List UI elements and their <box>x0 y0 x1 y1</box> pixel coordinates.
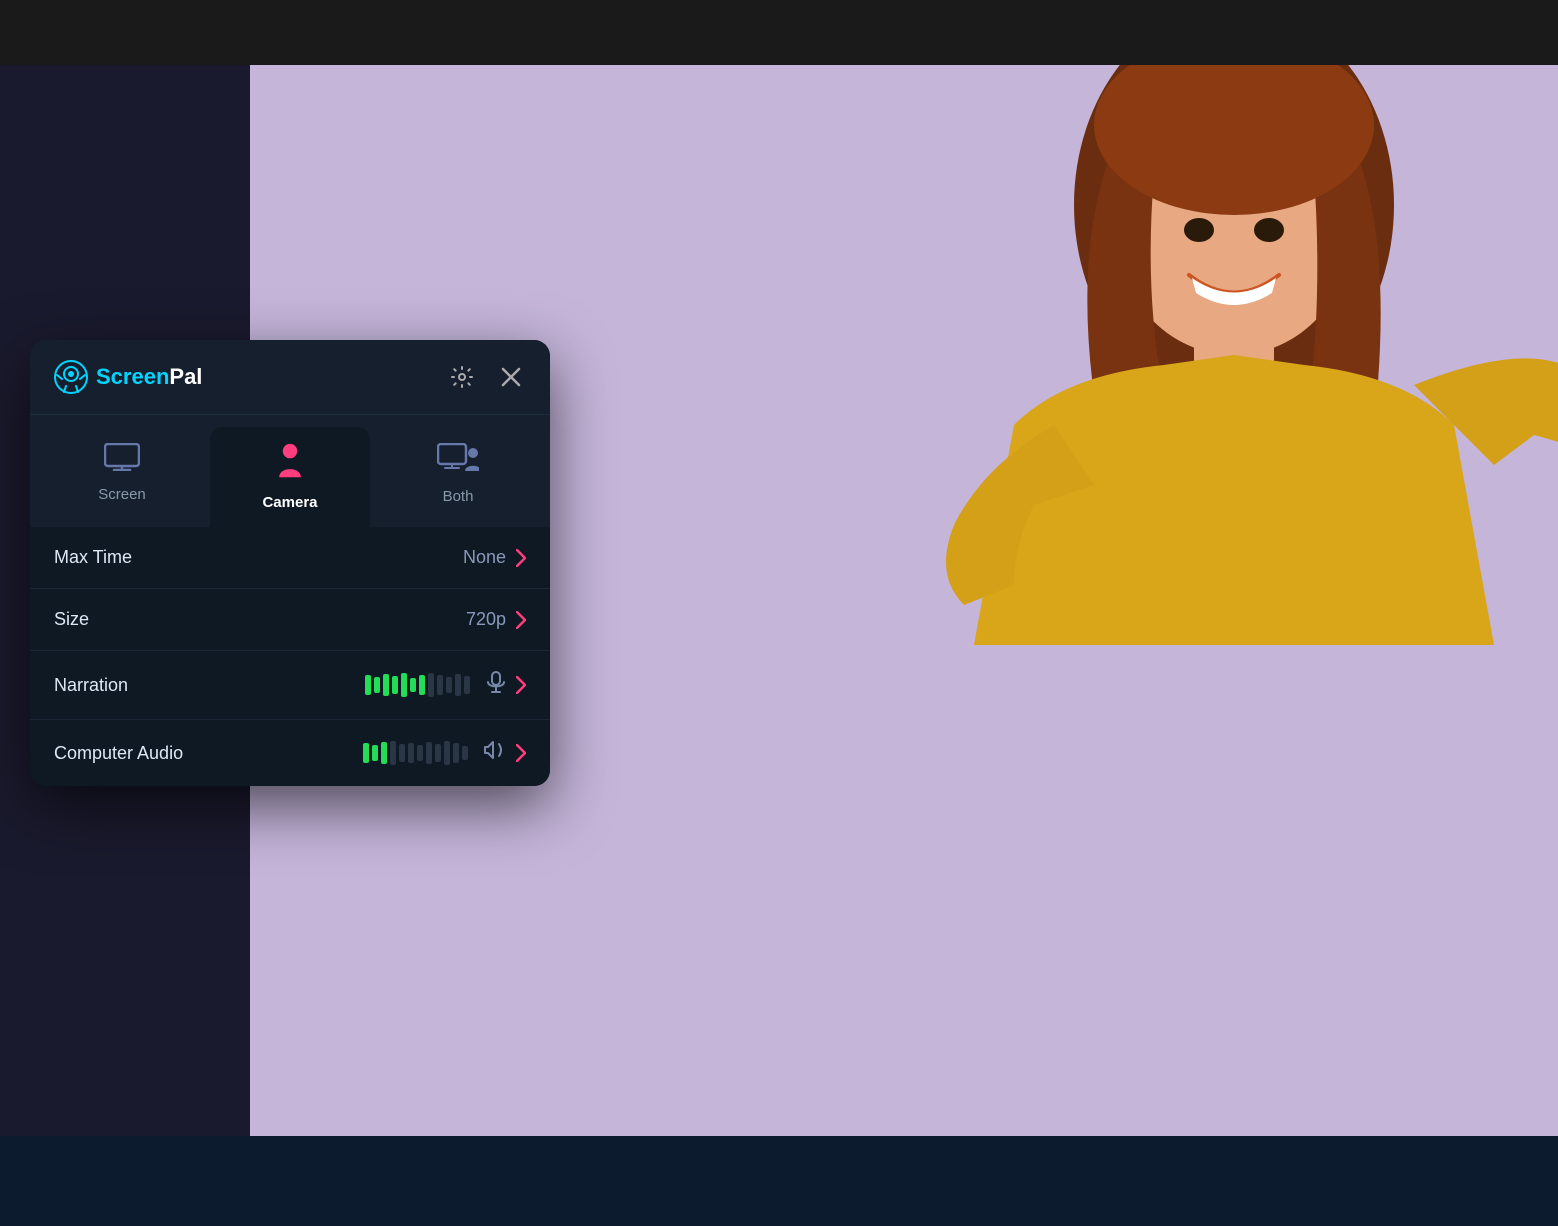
bar-2 <box>374 677 380 693</box>
bar-ca-8 <box>426 742 432 764</box>
narration-bars <box>365 673 470 697</box>
bar-6 <box>410 678 416 692</box>
microphone-icon <box>486 671 506 699</box>
computer-audio-label: Computer Audio <box>54 743 183 764</box>
both-tab-icon <box>437 443 479 480</box>
logo-area: ScreenPal <box>54 360 202 394</box>
bar-ca-5 <box>399 744 405 762</box>
bar-ca-3 <box>381 742 387 764</box>
close-icon <box>500 366 522 388</box>
top-bar <box>0 0 1558 65</box>
setting-size[interactable]: Size 720p <box>30 589 550 651</box>
setting-max-time[interactable]: Max Time None <box>30 527 550 589</box>
screen-tab-icon <box>104 443 140 478</box>
chevron-right-icon <box>516 744 526 762</box>
size-label: Size <box>54 609 89 630</box>
monitor-icon <box>104 443 140 471</box>
max-time-chevron[interactable] <box>516 549 526 567</box>
screenpal-panel: ScreenPal <box>30 340 550 786</box>
camera-tab-icon <box>274 443 306 486</box>
tab-screen[interactable]: Screen <box>42 427 202 527</box>
bar-ca-9 <box>435 744 441 762</box>
max-time-value: None <box>463 547 506 568</box>
panel-header: ScreenPal <box>30 340 550 415</box>
bar-ca-2 <box>372 745 378 761</box>
tab-screen-label: Screen <box>98 486 146 503</box>
bar-7 <box>419 675 425 695</box>
screenpal-logo-icon <box>54 360 88 394</box>
chevron-right-icon <box>516 676 526 694</box>
computer-audio-right <box>363 740 526 766</box>
tab-camera[interactable]: Camera <box>210 427 370 527</box>
narration-right <box>365 671 526 699</box>
size-chevron[interactable] <box>516 611 526 629</box>
bar-ca-7 <box>417 745 423 761</box>
chevron-right-icon <box>516 611 526 629</box>
bar-3 <box>383 674 389 696</box>
speaker-svg <box>484 740 506 760</box>
narration-chevron[interactable] <box>516 676 526 694</box>
speaker-icon <box>484 740 506 766</box>
bar-5 <box>401 673 407 697</box>
computer-audio-chevron[interactable] <box>516 744 526 762</box>
woman-illustration <box>814 65 1558 1025</box>
settings-button[interactable] <box>446 361 478 393</box>
header-actions <box>446 361 526 393</box>
tab-both[interactable]: Both <box>378 427 538 527</box>
bar-4 <box>392 676 398 694</box>
size-right: 720p <box>466 609 526 630</box>
tab-both-label: Both <box>443 488 474 505</box>
bar-8 <box>428 673 434 697</box>
bar-ca-10 <box>444 741 450 765</box>
max-time-right: None <box>463 547 526 568</box>
bottom-bar <box>0 1136 1558 1226</box>
chevron-right-icon <box>516 549 526 567</box>
bar-11 <box>455 674 461 696</box>
setting-computer-audio[interactable]: Computer Audio <box>30 720 550 786</box>
max-time-label: Max Time <box>54 547 132 568</box>
bar-ca-12 <box>462 746 468 760</box>
tab-camera-label: Camera <box>262 494 317 511</box>
logo-text: ScreenPal <box>96 364 202 390</box>
bar-1 <box>365 675 371 695</box>
bar-12 <box>464 676 470 694</box>
close-button[interactable] <box>496 362 526 392</box>
bar-ca-4 <box>390 741 396 765</box>
bar-ca-1 <box>363 743 369 763</box>
tab-row: Screen Camera <box>30 415 550 527</box>
computer-audio-bars <box>363 741 468 765</box>
setting-narration[interactable]: Narration <box>30 651 550 720</box>
narration-label: Narration <box>54 675 128 696</box>
settings-area: Max Time None Size 720p <box>30 527 550 786</box>
bar-9 <box>437 675 443 695</box>
gear-icon <box>450 365 474 389</box>
bar-10 <box>446 677 452 693</box>
bar-ca-11 <box>453 743 459 763</box>
bar-ca-6 <box>408 743 414 763</box>
mic-svg <box>486 671 506 693</box>
screen-person-icon <box>437 443 479 473</box>
size-value: 720p <box>466 609 506 630</box>
person-icon <box>274 443 306 479</box>
